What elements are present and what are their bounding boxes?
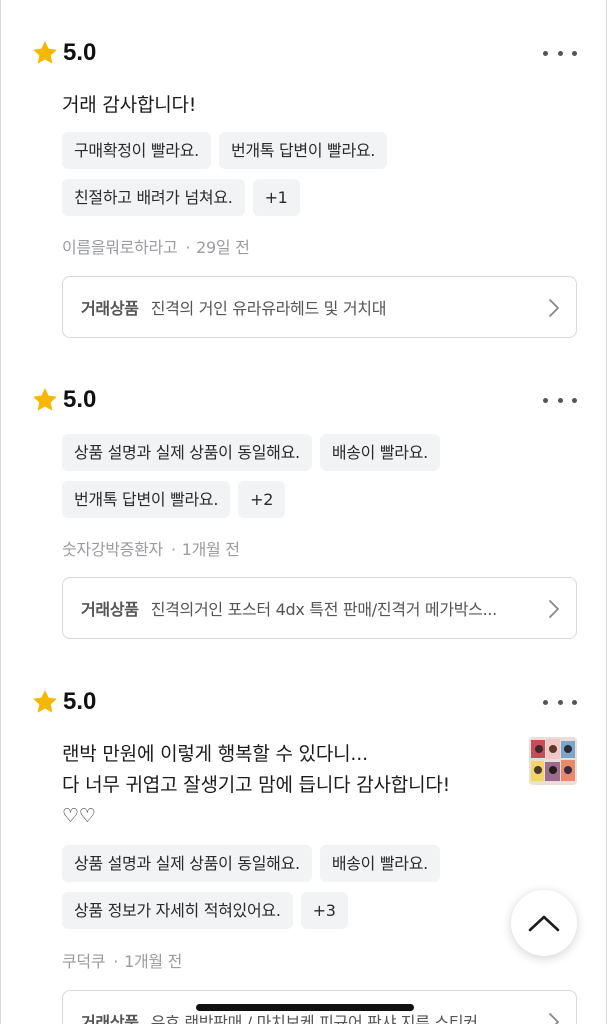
rating-score: 5.0 <box>63 688 97 715</box>
review-list-screen: 5.0 거래 감사합니다! 구매확정이 빨라요. 번개톡 답변이 빨라요. 친절… <box>0 0 607 1024</box>
review-meta: 쿠덕쿠 · 1개월 전 <box>62 952 182 971</box>
review-tag: 구매확정이 빨라요. <box>62 132 211 169</box>
review-time: 1개월 전 <box>181 540 240 559</box>
product-name: 진격의 거인 유라유라헤드 및 거치대 <box>150 299 387 318</box>
review-tags: 상품 설명과 실제 상품이 동일해요. 배송이 빨라요. 상품 정보가 자세히 … <box>62 845 482 939</box>
product-name: 진격의거인 포스터 4dx 특전 판매/진격거 메가박스... <box>150 600 497 619</box>
traded-product-link[interactable]: 거래상품 진격의 거인 유라유라헤드 및 거치대 <box>62 276 577 338</box>
scroll-to-top-button[interactable] <box>511 890 577 956</box>
reviewer-name[interactable]: 쿠덕쿠 <box>62 952 106 971</box>
review-text: 거래 감사합니다! <box>62 90 196 121</box>
more-tags-button[interactable]: +3 <box>300 892 348 929</box>
product-label: 거래상품 <box>81 1013 139 1024</box>
rating: 5.0 <box>31 36 96 70</box>
more-options-icon[interactable] <box>543 697 577 707</box>
review-tag: 상품 정보가 자세히 적혀있어요. <box>62 892 293 929</box>
review-time: 29일 전 <box>196 238 250 257</box>
review-text-line: 다 너무 귀엽고 잘생기고 맘에 듭니다 감사합니다! <box>62 774 451 796</box>
product-label: 거래상품 <box>81 299 139 318</box>
home-indicator[interactable] <box>196 1004 414 1011</box>
review-tags: 구매확정이 빨라요. 번개톡 답변이 빨라요. 친절하고 배려가 넘쳐요. +1 <box>62 132 482 226</box>
rating: 5.0 <box>31 685 96 719</box>
star-icon <box>33 388 57 411</box>
rating-score: 5.0 <box>63 39 97 66</box>
review-time: 1개월 전 <box>124 952 182 971</box>
product-label: 거래상품 <box>81 600 139 619</box>
more-tags-button[interactable]: +1 <box>252 179 300 216</box>
product-name: 유호 랜박판매 / 마치보케 피규어 판샤 지류 스티커 <box>150 1013 478 1024</box>
review-tags: 상품 설명과 실제 상품이 동일해요. 배송이 빨라요. 번개톡 답변이 빨라요… <box>62 434 482 528</box>
review-photo[interactable] <box>529 737 577 785</box>
traded-product-link[interactable]: 거래상품 진격의거인 포스터 4dx 특전 판매/진격거 메가박스... <box>62 577 577 639</box>
review-text-line: 랜박 만원에 이렇게 행복할 수 있다니... <box>62 743 368 765</box>
review-meta: 이름을뭐로하라고 · 29일 전 <box>62 238 250 257</box>
review-meta: 숫자강박증환자 · 1개월 전 <box>62 540 240 559</box>
reviewer-name[interactable]: 이름을뭐로하라고 <box>62 238 178 257</box>
more-options-icon[interactable] <box>543 48 577 58</box>
review-tag: 상품 설명과 실제 상품이 동일해요. <box>62 434 312 471</box>
review-tag: 번개톡 답변이 빨라요. <box>62 481 231 518</box>
review-tag: 번개톡 답변이 빨라요. <box>218 132 388 169</box>
more-tags-button[interactable]: +2 <box>238 481 286 518</box>
review-photo-thumbnail <box>529 737 577 785</box>
rating-score: 5.0 <box>63 386 97 413</box>
review-tag: 상품 설명과 실제 상품이 동일해요. <box>62 845 312 882</box>
star-icon <box>33 690 57 713</box>
review-tag: 친절하고 배려가 넘쳐요. <box>62 179 245 216</box>
review-tag: 배송이 빨라요. <box>319 845 440 882</box>
chevron-right-icon <box>549 299 559 317</box>
chevron-right-icon <box>549 1013 559 1024</box>
review-tag: 배송이 빨라요. <box>319 434 440 471</box>
chevron-up-icon <box>528 915 560 932</box>
rating: 5.0 <box>31 383 96 417</box>
reviewer-name[interactable]: 숫자강박증환자 <box>62 540 163 559</box>
star-icon <box>33 41 57 64</box>
review-text-line: 거래 감사합니다! <box>62 94 197 116</box>
review-text-line: ♡♡ <box>62 805 96 827</box>
chevron-right-icon <box>549 600 559 618</box>
more-options-icon[interactable] <box>543 395 577 405</box>
review-text: 랜박 만원에 이렇게 행복할 수 있다니... 다 너무 귀엽고 잘생기고 맘에… <box>62 739 450 832</box>
